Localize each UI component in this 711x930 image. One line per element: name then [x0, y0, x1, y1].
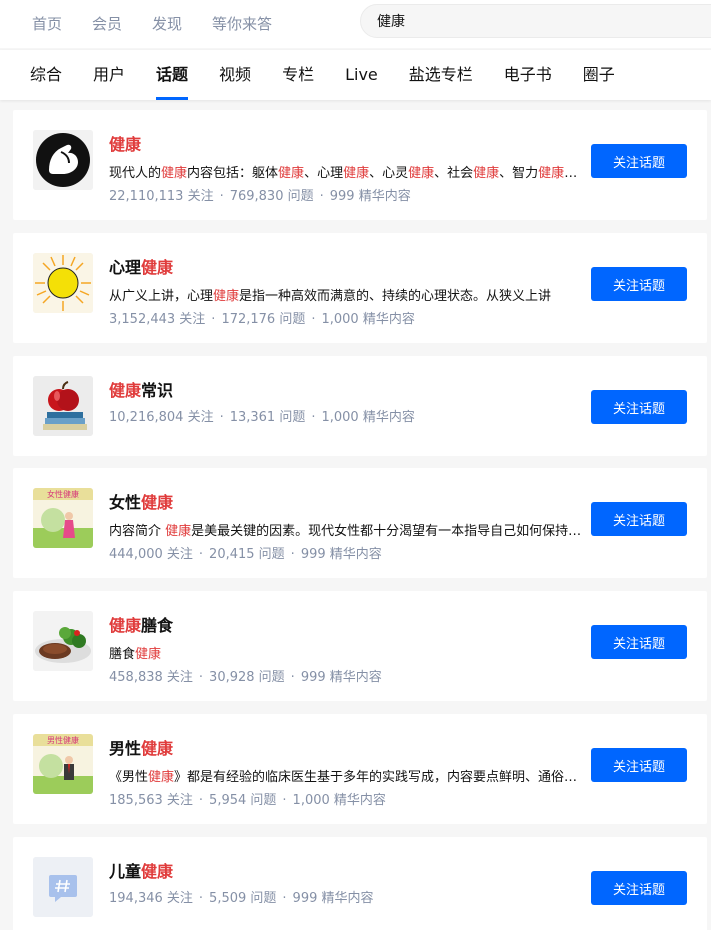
- svg-text:男性健康: 男性健康: [47, 735, 79, 745]
- questions-count: 13,361 问题: [229, 410, 306, 425]
- title-highlight: 健康: [109, 135, 142, 154]
- follow-topic-button[interactable]: 关注话题: [591, 502, 687, 536]
- apple-books-icon[interactable]: [33, 376, 93, 436]
- topic-title[interactable]: 儿童健康: [109, 858, 173, 882]
- topic-stats: 194,346 关注 · 5,509 问题 · 999 精华内容: [109, 891, 374, 906]
- followers-count: 3,152,443 关注: [109, 312, 206, 327]
- topic-title[interactable]: 健康: [109, 131, 141, 155]
- follow-topic-button[interactable]: 关注话题: [591, 871, 687, 905]
- featured-count: 999 精华内容: [292, 891, 374, 906]
- questions-count: 172,176 问题: [221, 312, 306, 327]
- followers-count: 10,216,804 关注: [109, 410, 214, 425]
- title-highlight: 健康: [141, 739, 174, 758]
- title-highlight: 健康: [141, 258, 174, 277]
- topic-title[interactable]: 男性健康: [109, 735, 173, 759]
- topic-description: 内容简介 健康是美最关键的因素。现代女性都十分渴望有一本指导自己如何保持健康的书: [109, 524, 587, 539]
- topic-stats: 444,000 关注 · 20,415 问题 · 999 精华内容: [109, 547, 382, 562]
- topic-description: 从广义上讲，心理健康是指一种高效而满意的、持续的心理状态。从狭义上讲: [109, 289, 552, 304]
- topic-description: 《男性健康》都是有经验的临床医生基于多年的实践写成，内容要点鲜明、通俗易懂: [109, 770, 587, 785]
- followers-count: 22,110,113 关注: [109, 189, 214, 204]
- nav-home[interactable]: 首页: [32, 13, 62, 34]
- meal-plate-icon[interactable]: [33, 611, 93, 671]
- sun-icon[interactable]: [33, 253, 93, 313]
- tab-salt-columns[interactable]: 盐选专栏: [409, 50, 473, 100]
- top-bar: 首页 会员 发现 等你来答: [0, 0, 711, 48]
- questions-count: 20,415 问题: [209, 547, 285, 562]
- questions-count: 5,954 问题: [209, 793, 277, 808]
- nav-discover[interactable]: 发现: [152, 13, 182, 34]
- topic-title[interactable]: 女性健康: [109, 489, 173, 513]
- svg-text:女性健康: 女性健康: [47, 489, 79, 499]
- featured-count: 1,000 精华内容: [321, 410, 415, 425]
- topic-stats: 10,216,804 关注 · 13,361 问题 · 1,000 精华内容: [109, 410, 415, 425]
- top-nav: 首页 会员 发现 等你来答: [32, 0, 302, 46]
- featured-count: 999 精华内容: [300, 547, 382, 562]
- questions-count: 769,830 问题: [229, 189, 314, 204]
- featured-count: 999 精华内容: [329, 189, 411, 204]
- topic-title[interactable]: 健康常识: [109, 377, 173, 401]
- title-highlight: 健康: [109, 381, 142, 400]
- follow-topic-button[interactable]: 关注话题: [591, 144, 687, 178]
- tab-users[interactable]: 用户: [93, 50, 125, 100]
- follow-topic-button[interactable]: 关注话题: [591, 625, 687, 659]
- topic-card: 健康 现代人的健康内容包括：躯体健康、心理健康、心灵健康、社会健康、智力健康、道…: [13, 110, 707, 220]
- featured-count: 999 精华内容: [300, 670, 382, 685]
- muscle-arm-icon[interactable]: [33, 130, 93, 190]
- tab-circles[interactable]: 圈子: [583, 50, 615, 100]
- topic-stats: 22,110,113 关注 · 769,830 问题 · 999 精华内容: [109, 189, 411, 204]
- nav-waiting-answers[interactable]: 等你来答: [212, 13, 272, 34]
- topic-title[interactable]: 心理健康: [109, 254, 173, 278]
- followers-count: 194,346 关注: [109, 891, 193, 906]
- tab-videos[interactable]: 视频: [219, 50, 251, 100]
- tab-columns[interactable]: 专栏: [282, 50, 314, 100]
- search-input[interactable]: [360, 4, 711, 38]
- follow-topic-button[interactable]: 关注话题: [591, 390, 687, 424]
- topic-stats: 458,838 关注 · 30,928 问题 · 999 精华内容: [109, 670, 382, 685]
- questions-count: 5,509 问题: [209, 891, 277, 906]
- topic-stats: 185,563 关注 · 5,954 问题 · 1,000 精华内容: [109, 793, 386, 808]
- tab-live[interactable]: Live: [345, 50, 378, 100]
- tab-general[interactable]: 综合: [30, 50, 62, 100]
- topic-card: 心理健康 从广义上讲，心理健康是指一种高效而满意的、持续的心理状态。从狭义上讲 …: [13, 233, 707, 343]
- topic-card: 健康常识 10,216,804 关注 · 13,361 问题 · 1,000 精华内容 …: [13, 356, 707, 456]
- topic-card: 女性健康 女性健康 内容简介 健康是美最关键的因素。现代女性都十分渴望有一本指导…: [13, 468, 707, 578]
- topic-card: 健康膳食 膳食健康 458,838 关注 · 30,928 问题 · 999 精华内容 …: [13, 591, 707, 701]
- title-highlight: 健康: [141, 862, 174, 881]
- followers-count: 458,838 关注: [109, 670, 193, 685]
- topic-card: 男性健康 男性健康 《男性健康》都是有经验的临床医生基于多年的实践写成，内容要点…: [13, 714, 707, 824]
- topic-description: 现代人的健康内容包括：躯体健康、心理健康、心灵健康、社会健康、智力健康、道德健康…: [109, 166, 587, 181]
- topic-hash-icon[interactable]: [33, 857, 93, 917]
- follow-topic-button[interactable]: 关注话题: [591, 748, 687, 782]
- search-tabs: 综合 用户 话题 视频 专栏 Live 盐选专栏 电子书 圈子: [30, 50, 646, 100]
- topic-title[interactable]: 健康膳食: [109, 612, 173, 636]
- men-health-book-icon[interactable]: 男性健康: [33, 734, 93, 794]
- featured-count: 1,000 精华内容: [292, 793, 386, 808]
- tab-ebooks[interactable]: 电子书: [504, 50, 552, 100]
- questions-count: 30,928 问题: [209, 670, 285, 685]
- featured-count: 1,000 精华内容: [321, 312, 415, 327]
- topic-description: 膳食健康: [109, 647, 162, 662]
- topic-card: 儿童健康 194,346 关注 · 5,509 问题 · 999 精华内容 关注话题: [13, 837, 707, 930]
- tab-topics[interactable]: 话题: [156, 50, 189, 100]
- followers-count: 444,000 关注: [109, 547, 193, 562]
- topic-stats: 3,152,443 关注 · 172,176 问题 · 1,000 精华内容: [109, 312, 415, 327]
- title-highlight: 健康: [141, 493, 174, 512]
- follow-topic-button[interactable]: 关注话题: [591, 267, 687, 301]
- followers-count: 185,563 关注: [109, 793, 193, 808]
- women-health-book-icon[interactable]: 女性健康: [33, 488, 93, 548]
- search-tabs-bar: 综合 用户 话题 视频 专栏 Live 盐选专栏 电子书 圈子: [0, 50, 711, 100]
- title-highlight: 健康: [109, 616, 142, 635]
- nav-membership[interactable]: 会员: [92, 13, 122, 34]
